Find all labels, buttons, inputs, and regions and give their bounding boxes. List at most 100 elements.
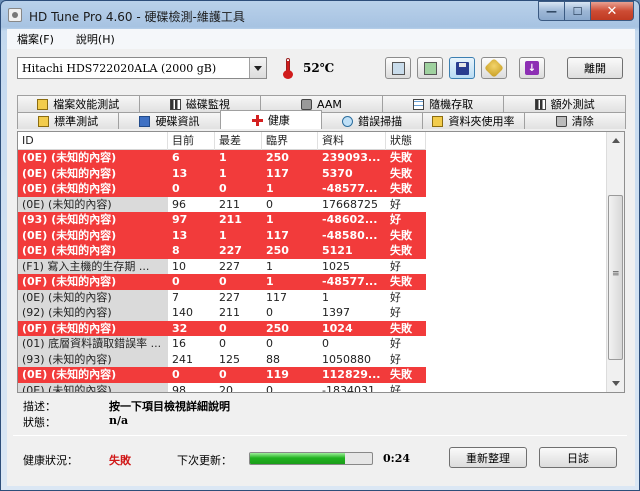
- title-bar[interactable]: HD Tune Pro 4.60 - 硬碟檢測-維護工具 — ☐ ✕: [1, 1, 639, 29]
- row-status: 好: [390, 337, 401, 350]
- row-data: 17668725: [322, 197, 378, 211]
- download-button[interactable]: ↓: [519, 57, 545, 79]
- row-data: 5121: [318, 243, 386, 259]
- row-status: 好: [390, 259, 401, 273]
- col-id[interactable]: ID: [18, 132, 168, 150]
- row-status: 好: [390, 197, 401, 211]
- copy-info-button[interactable]: [385, 57, 411, 79]
- table-row[interactable]: (0E) (未知的內容) 96 211 0 17668725 好: [18, 196, 606, 212]
- tab-label: 錯誤掃描: [358, 115, 403, 128]
- tab-benchmark[interactable]: 標準測試: [17, 112, 120, 129]
- table-row[interactable]: (93) (未知的內容) 97 211 1 -48602... 好: [18, 212, 606, 228]
- row-data: -1834031: [322, 383, 375, 393]
- row-current: 8: [168, 243, 215, 259]
- row-current: 10: [172, 259, 186, 273]
- row-threshold: 250: [262, 150, 318, 166]
- row-data: 1: [322, 290, 329, 304]
- tab-file-benchmark[interactable]: 檔案效能測試: [17, 95, 140, 112]
- tab-extra-tests[interactable]: 額外測試: [503, 95, 626, 112]
- table-row[interactable]: (F1) 寫入主機的生存期 ... 10 227 1 1025 好: [18, 258, 606, 274]
- temperature-readout: 52℃: [303, 61, 335, 75]
- magnifier-icon: [342, 115, 354, 127]
- menu-file[interactable]: 檔案(F): [17, 31, 54, 47]
- table-row[interactable]: (0F) (未知的內容) 0 0 1 -48577... 失敗: [18, 274, 606, 290]
- col-current[interactable]: 目前: [168, 132, 215, 150]
- drive-select[interactable]: Hitachi HDS722020ALA (2000 gB): [17, 57, 267, 79]
- scroll-down-icon[interactable]: [607, 375, 624, 392]
- description-value: 按一下項目檢視詳細說明: [109, 400, 230, 413]
- status-bar: 健康狀況： 失敗 下次更新： 0:24 重新整理 日誌: [23, 447, 627, 471]
- file-benchmark-icon: [37, 98, 49, 110]
- table-row[interactable]: (0E) (未知的內容) 0 0 1 -48577... 失敗: [18, 181, 606, 197]
- scroll-up-icon[interactable]: [607, 132, 624, 149]
- tab-health[interactable]: 健康: [219, 110, 322, 129]
- minimize-button[interactable]: —: [538, 1, 564, 21]
- table-row[interactable]: (0E) (未知的內容) 0 0 119 112829... 失敗: [18, 367, 606, 383]
- table-row[interactable]: (0E) (未知的內容) 13 1 117 5370 失敗: [18, 165, 606, 181]
- table-row[interactable]: (93) (未知的內容) 241 125 88 1050880 好: [18, 351, 606, 367]
- row-id: (F1) 寫入主機的生存期 ...: [18, 258, 168, 274]
- row-id: (0E) (未知的內容): [18, 150, 168, 166]
- tab-info[interactable]: 硬碟資訊: [118, 112, 221, 129]
- col-status[interactable]: 狀態: [386, 132, 426, 150]
- row-threshold: 1: [266, 259, 273, 273]
- close-button[interactable]: ✕: [590, 1, 634, 21]
- tab-folder-usage[interactable]: 資料夾使用率: [422, 112, 525, 129]
- copy-all-button[interactable]: [417, 57, 443, 79]
- wrench-icon: [484, 58, 504, 78]
- row-spacer: [426, 289, 606, 305]
- row-id: (0E) (未知的內容): [18, 181, 168, 197]
- refresh-button[interactable]: 重新整理: [449, 447, 527, 468]
- menu-help[interactable]: 說明(H): [76, 31, 115, 47]
- col-data[interactable]: 資料: [318, 132, 386, 150]
- log-button[interactable]: 日誌: [539, 447, 617, 468]
- table-row[interactable]: (0F) (未知的內容) 32 0 250 1024 失敗: [18, 320, 606, 336]
- tab-random-access[interactable]: 隨機存取: [381, 95, 505, 112]
- row-threshold: 119: [262, 367, 318, 383]
- table-row[interactable]: (0E) (未知的內容) 7 227 117 1 好: [18, 289, 606, 305]
- maximize-icon: ☐: [572, 4, 583, 18]
- row-status: 失敗: [386, 150, 426, 166]
- row-current: 96: [172, 197, 186, 211]
- row-id: (0E) (未知的內容): [18, 196, 168, 212]
- tab-erase[interactable]: 清除: [523, 112, 626, 129]
- scroll-thumb[interactable]: [608, 195, 623, 360]
- row-spacer: [426, 367, 606, 383]
- row-worst: 0: [215, 367, 262, 383]
- chevron-down-icon[interactable]: [249, 58, 266, 78]
- copy-all-icon: [423, 61, 437, 75]
- table-row[interactable]: (0E) (未知的內容) 13 1 117 -48580... 失敗: [18, 227, 606, 243]
- row-threshold: 117: [262, 165, 318, 181]
- tab-error-scan[interactable]: 錯誤掃描: [320, 112, 424, 129]
- table-row[interactable]: (0E) (未知的內容) 8 227 250 5121 失敗: [18, 243, 606, 259]
- vertical-scrollbar[interactable]: [606, 132, 624, 392]
- tab-label: 隨機存取: [429, 98, 474, 111]
- exit-button[interactable]: 離開: [567, 57, 623, 79]
- row-id: (0E) (未知的內容): [18, 289, 168, 305]
- row-status: 失敗: [386, 274, 426, 290]
- row-id: (93) (未知的內容): [18, 351, 168, 367]
- col-worst[interactable]: 最差: [215, 132, 262, 150]
- floppy-disk-icon: [455, 61, 469, 75]
- row-spacer: [426, 150, 606, 166]
- row-status: 失敗: [386, 320, 426, 336]
- table-row[interactable]: (92) (未知的內容) 140 211 0 1397 好: [18, 305, 606, 321]
- row-spacer: [426, 212, 606, 228]
- row-data: -48577...: [318, 274, 386, 290]
- trash-icon: [555, 115, 567, 127]
- row-threshold: 0: [266, 337, 273, 350]
- table-row[interactable]: (0E) (未知的內容) 6 1 250 239093... 失敗: [18, 150, 606, 166]
- tab-label: 健康: [267, 114, 290, 127]
- row-data: 1397: [322, 306, 350, 319]
- save-button[interactable]: [449, 57, 475, 79]
- row-spacer: [426, 351, 606, 367]
- maximize-button[interactable]: ☐: [564, 1, 590, 21]
- options-button[interactable]: [481, 57, 507, 79]
- state-label: 狀態：: [23, 416, 56, 429]
- table-row[interactable]: (0E) (未知的內容) 98 20 0 -1834031 好: [18, 382, 606, 393]
- col-threshold[interactable]: 臨界: [262, 132, 318, 150]
- app-icon[interactable]: [8, 8, 22, 22]
- row-worst: 0: [215, 320, 262, 336]
- row-threshold: 1: [262, 181, 318, 197]
- table-row[interactable]: (01) 底層資料讀取錯誤率 ... 16 0 0 0 好: [18, 336, 606, 352]
